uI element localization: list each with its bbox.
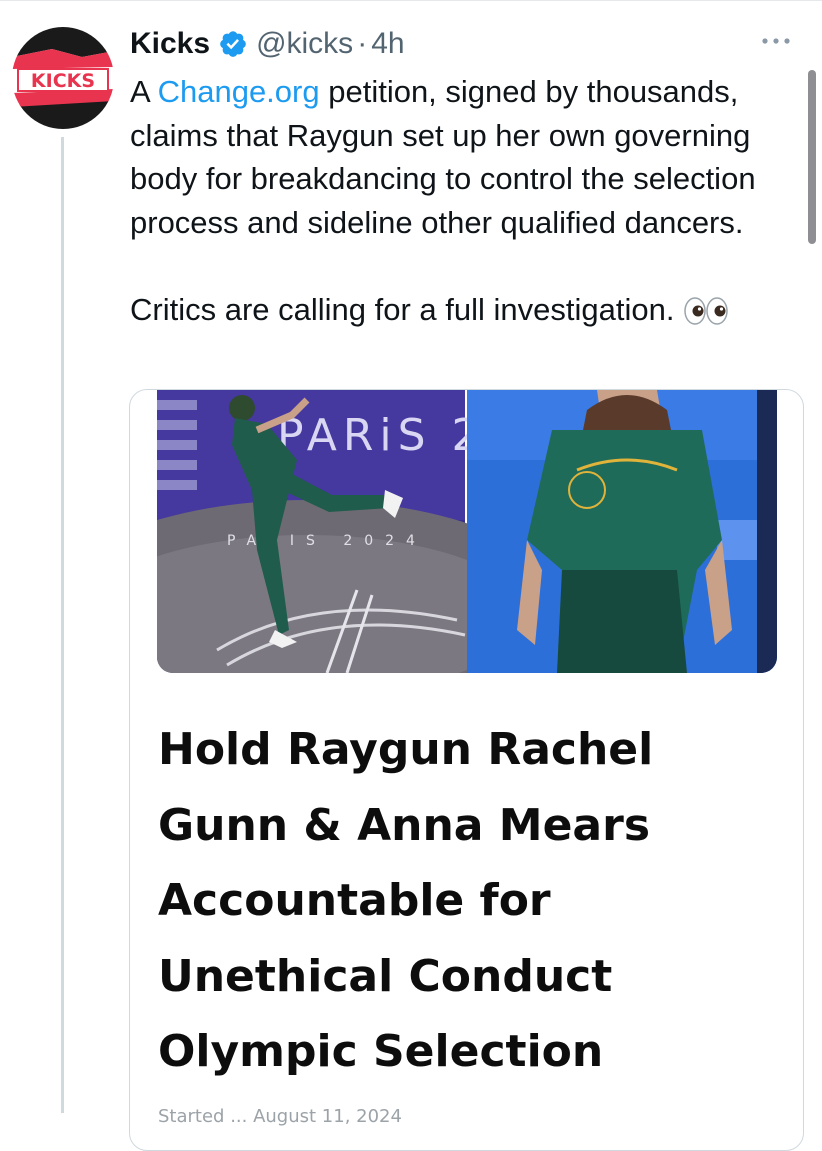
kicks-logo-icon: KICKS (12, 27, 114, 129)
more-horizontal-icon[interactable] (758, 26, 794, 56)
scrollbar[interactable] (808, 70, 816, 244)
tweet-paragraph-1: A Change.org petition, signed by thousan… (130, 70, 802, 244)
petition-card[interactable]: PARiS 2 PARIS 2024 Hold Raygun Rachel Gu… (129, 389, 804, 1151)
tweet-text-prefix: A (130, 74, 158, 109)
petition-photo[interactable]: PARiS 2 PARIS 2024 (157, 390, 777, 673)
tweet-text-second: Critics are calling for a full investiga… (130, 291, 675, 327)
tweet-time[interactable]: 4h (371, 27, 404, 61)
eyes-emoji-icon (684, 297, 729, 326)
photo-collage: PARiS 2 PARIS 2024 (157, 390, 777, 673)
petition-headline: Hold Raygun Rachel Gunn & Anna Mears Acc… (158, 724, 654, 1077)
tweet-header: Kicks @kicks · 4h (130, 24, 405, 64)
top-divider (0, 0, 822, 1)
avatar-text: KICKS (31, 70, 95, 92)
change-org-link[interactable]: Change.org (158, 74, 320, 109)
author-name[interactable]: Kicks (130, 27, 210, 61)
tweet-text: A Change.org petition, signed by thousan… (130, 70, 802, 331)
photo-sign-text: PARiS 2 (277, 410, 486, 461)
tweet-paragraph-2: Critics are calling for a full investiga… (130, 288, 802, 332)
thread-line (61, 137, 64, 1113)
author-handle[interactable]: @kicks (256, 27, 353, 61)
verified-badge-icon (220, 31, 246, 57)
petition-footer-partial: Started ... August 11, 2024 (158, 1106, 402, 1127)
separator-dot: · (357, 27, 368, 60)
avatar[interactable]: KICKS (12, 27, 114, 129)
